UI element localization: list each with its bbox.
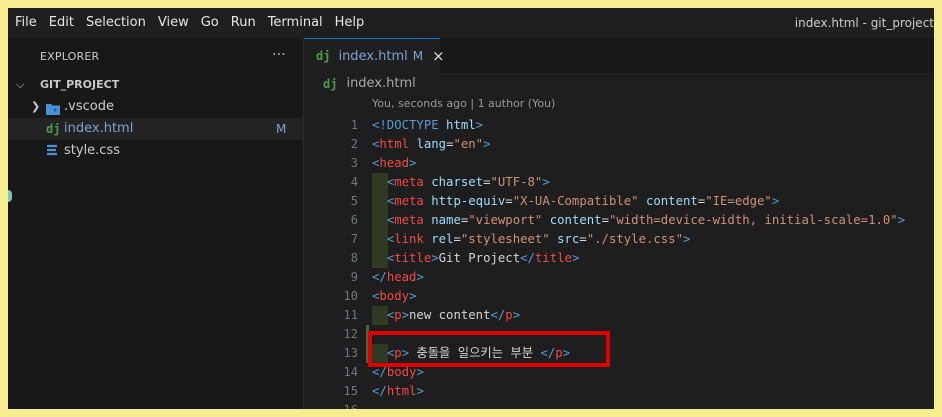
code-text: <body> xyxy=(372,289,417,303)
menu-run[interactable]: Run xyxy=(225,8,262,38)
code-text: </html> xyxy=(372,384,424,398)
modified-indicator: M xyxy=(412,49,424,63)
menu-edit[interactable]: Edit xyxy=(43,8,80,38)
project-name: GIT_PROJECT xyxy=(40,78,120,91)
code-line[interactable]: 8 <title>Git Project</title> xyxy=(304,249,934,268)
code-text: <title>Git Project</title> xyxy=(386,251,580,265)
code-line[interactable]: 3 <head> xyxy=(304,154,934,173)
line-number: 6 xyxy=(350,213,358,227)
tree-item-style-css[interactable]: style.css xyxy=(8,140,303,162)
close-icon[interactable]: × xyxy=(432,47,445,65)
line-number: 2 xyxy=(350,137,358,151)
code-text: <meta http-equiv="X-UA-Compatible" conte… xyxy=(386,194,780,208)
code-line[interactable]: 6 <meta name="viewport" content="width=d… xyxy=(304,211,934,230)
tab-label: index.html xyxy=(338,48,408,64)
tab-bar: dj index.html M × xyxy=(304,38,934,73)
menu-view[interactable]: View xyxy=(152,8,195,38)
code-line[interactable]: 1 <!DOCTYPE html> xyxy=(304,116,934,135)
code-line[interactable]: 9 </head> xyxy=(304,268,934,287)
modified-badge: M xyxy=(276,122,287,136)
codelens-blame[interactable]: You, seconds ago | 1 author (You) xyxy=(372,97,555,110)
chevron-down-icon: ⌵ xyxy=(16,78,25,91)
line-number: 8 xyxy=(350,251,358,265)
code-line[interactable]: 10 <body> xyxy=(304,287,934,306)
editor-area: dj index.html M × dj index.html You, sec… xyxy=(304,38,934,409)
window-title: index.html - git_project xyxy=(794,16,934,30)
activity-indicator xyxy=(8,190,12,202)
menu-bar: File Edit Selection View Go Run Terminal… xyxy=(8,8,934,38)
code-text: <meta name="viewport" content="width=dev… xyxy=(386,213,906,227)
code-text: </head> xyxy=(372,270,424,284)
line-number: 10 xyxy=(343,289,358,303)
line-number: 12 xyxy=(343,327,358,341)
project-section-header[interactable]: ⌵ GIT_PROJECT xyxy=(8,74,303,96)
menu-file[interactable]: File xyxy=(8,8,43,38)
code-text: <meta charset="UTF-8"> xyxy=(386,175,550,189)
explorer-title: EXPLORER xyxy=(40,49,100,63)
menu-help[interactable]: Help xyxy=(329,8,371,38)
line-number: 1 xyxy=(350,118,358,132)
tree-item-index-html[interactable]: dj index.html M xyxy=(8,118,303,140)
code-text: <p>new content</p> xyxy=(386,308,521,322)
tree-item-vscode[interactable]: ❯ .vscode xyxy=(8,96,303,118)
tree-item-label: index.html xyxy=(64,121,134,136)
code-line[interactable]: 7 <link rel="stylesheet" src="./style.cs… xyxy=(304,230,934,249)
menu-terminal[interactable]: Terminal xyxy=(262,8,329,38)
line-number: 14 xyxy=(343,365,358,379)
conflict-highlight-box xyxy=(368,331,610,367)
code-line[interactable]: 11 <p>new content</p> xyxy=(304,306,934,325)
django-file-icon: dj xyxy=(46,122,61,136)
line-number: 5 xyxy=(350,194,358,208)
code-text: <html lang="en"> xyxy=(372,137,491,151)
tab-index-html[interactable]: dj index.html M × xyxy=(304,38,445,73)
tree-item-label: style.css xyxy=(64,143,120,158)
line-number: 9 xyxy=(350,270,358,284)
code-line[interactable]: 4 <meta charset="UTF-8"> xyxy=(304,173,934,192)
code-text: <head> xyxy=(372,156,417,170)
line-number: 13 xyxy=(343,346,358,360)
line-number: 3 xyxy=(350,156,358,170)
chevron-right-icon: ❯ xyxy=(31,100,41,113)
more-actions-icon[interactable]: ··· xyxy=(272,47,286,63)
breadcrumb-item-file[interactable]: index.html xyxy=(346,73,415,95)
code-line[interactable]: 5 <meta http-equiv="X-UA-Compatible" con… xyxy=(304,192,934,211)
tree-item-label: .vscode xyxy=(64,99,114,114)
line-number: 11 xyxy=(343,308,358,322)
code-line[interactable]: 16 xyxy=(304,401,934,409)
code-text: <!DOCTYPE html> xyxy=(372,118,484,132)
code-line[interactable]: 2 <html lang="en"> xyxy=(304,135,934,154)
line-number: 16 xyxy=(304,401,358,409)
code-text: <link rel="stylesheet" src="./style.css"… xyxy=(386,232,691,246)
menu-go[interactable]: Go xyxy=(195,8,225,38)
css-file-icon xyxy=(46,144,58,166)
line-number: 15 xyxy=(343,384,358,398)
vscode-window: File Edit Selection View Go Run Terminal… xyxy=(8,8,934,409)
explorer-sidebar: EXPLORER ··· ⌵ GIT_PROJECT ❯ .vscode dj … xyxy=(8,38,304,409)
line-number: 4 xyxy=(350,175,358,189)
django-file-icon: dj xyxy=(316,49,331,63)
explorer-header: EXPLORER ··· xyxy=(8,38,303,74)
menu-selection[interactable]: Selection xyxy=(80,8,152,38)
django-file-icon: dj xyxy=(323,77,338,91)
line-number: 7 xyxy=(350,232,358,246)
breadcrumb: dj index.html xyxy=(304,73,934,95)
code-line[interactable]: 15 </html> xyxy=(304,382,934,401)
